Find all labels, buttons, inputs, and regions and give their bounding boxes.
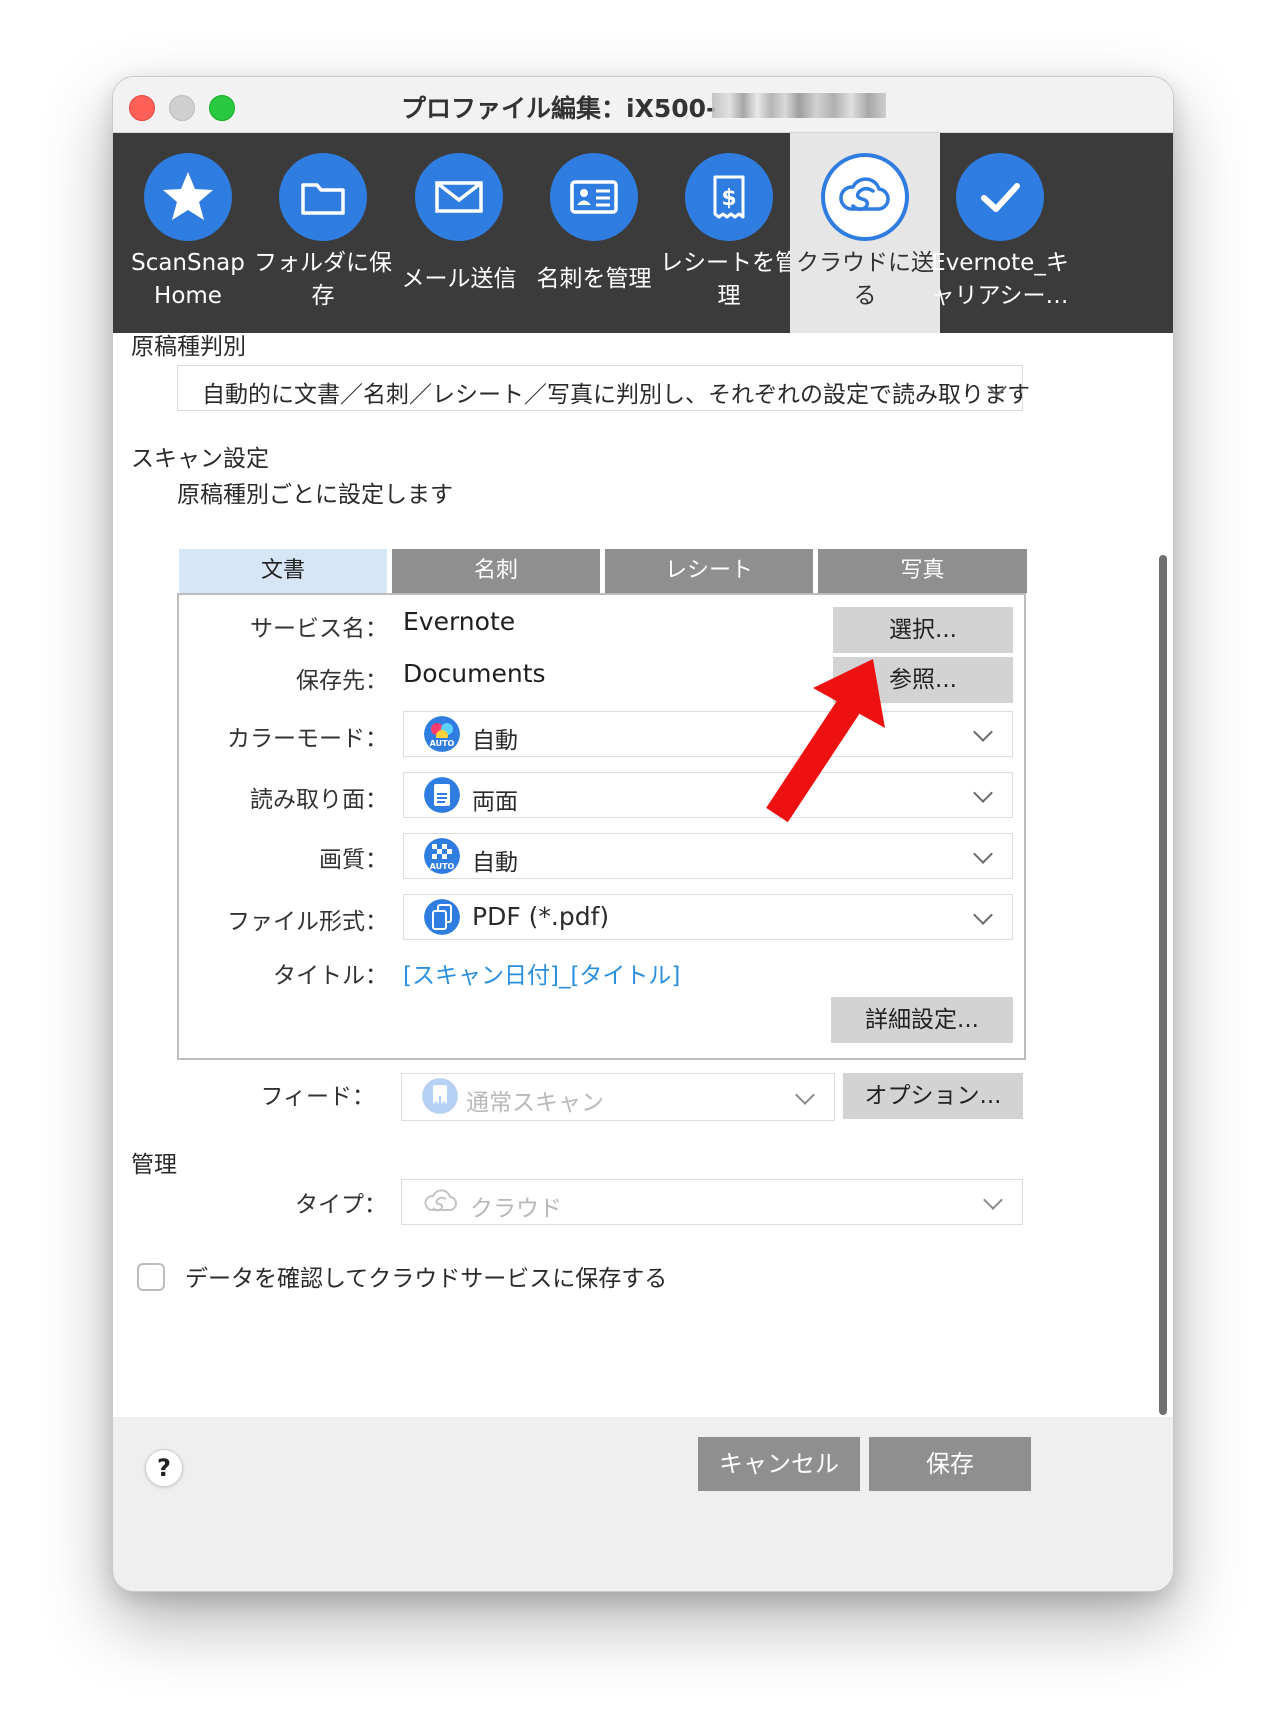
blurred-serial-number (712, 93, 886, 118)
tab-business-card[interactable]: 名刺 (392, 549, 600, 593)
pdf-file-icon (424, 899, 460, 935)
save-to-label: 保存先： (296, 668, 388, 694)
service-name-value: Evernote (403, 607, 516, 636)
toolbar-item-send-mail[interactable]: メール送信 (384, 133, 534, 333)
quality-label: 画質： (319, 847, 388, 873)
toolbar-item-manage-receipts[interactable]: $ レシートを管 理 (654, 133, 804, 333)
profile-toolbar: ScanSnap Home フォルダに保 存 メール送信 名刺を管理 $ レシー… (113, 133, 1173, 333)
quality-select[interactable]: AUTO 自動 (403, 833, 1013, 879)
checkmark-icon (956, 153, 1044, 241)
confirm-before-save-checkbox[interactable] (137, 1263, 165, 1291)
feed-select[interactable]: 通常スキャン (401, 1073, 835, 1121)
type-label: タイプ： (295, 1192, 387, 1218)
normal-scan-icon (422, 1078, 458, 1114)
chevron-down-icon (973, 844, 993, 864)
chevron-down-icon (973, 783, 993, 803)
chevron-down-icon (983, 1190, 1003, 1210)
save-to-value: Documents (403, 659, 546, 688)
toolbar-item-label: クラウドに送 る (796, 250, 934, 309)
tab-receipt[interactable]: レシート (605, 549, 813, 593)
document-settings-panel: サービス名： Evernote 選択... 保存先： Documents 参照.… (177, 593, 1026, 1060)
file-format-value: PDF (*.pdf) (472, 902, 610, 931)
toolbar-item-send-to-cloud[interactable]: クラウドに送 る (790, 133, 940, 333)
toolbar-item-save-to-folder[interactable]: フォルダに保 存 (248, 133, 398, 333)
file-format-label: ファイル形式： (227, 909, 388, 935)
minimize-window-button[interactable] (169, 95, 195, 121)
feed-value: 通常スキャン (466, 1090, 604, 1116)
svg-text:AUTO: AUTO (430, 739, 455, 748)
doc-type-heading: 原稿種判別 (131, 334, 246, 360)
title-format-link[interactable]: [スキャン日付]_[タイトル] (403, 956, 680, 990)
color-mode-value: 自動 (472, 728, 518, 754)
doc-type-select[interactable]: 自動的に文書／名刺／レシート／写真に判別し、それぞれの設定で読み取ります (177, 365, 1030, 411)
doc-type-value: 自動的に文書／名刺／レシート／写真に判別し、それぞれの設定で読み取ります (202, 382, 1030, 408)
duplex-icon (424, 777, 460, 813)
toolbar-item-label: ScanSnap Home (131, 250, 245, 309)
type-value: クラウド (470, 1196, 562, 1222)
document-type-tabs: 文書 名刺 レシート 写真 (179, 549, 1027, 593)
toolbar-item-manage-business-cards[interactable]: 名刺を管理 (519, 133, 669, 333)
toolbar-item-evernote-profile[interactable]: Evernote_キ ャリアシー… (925, 133, 1075, 333)
zoom-window-button[interactable] (209, 95, 235, 121)
svg-text:AUTO: AUTO (430, 862, 455, 871)
scan-settings-subheading: 原稿種別ごとに設定します (177, 482, 453, 508)
title-label: タイトル： (273, 963, 388, 989)
close-window-button[interactable] (129, 95, 155, 121)
toolbar-item-label: レシートを管 理 (660, 250, 798, 309)
color-mode-select[interactable]: AUTO 自動 (403, 711, 1013, 757)
cloud-s-icon (821, 153, 909, 241)
advanced-settings-button[interactable]: 詳細設定... (831, 997, 1013, 1043)
select-service-button[interactable]: 選択... (833, 607, 1013, 653)
chevron-down-icon (795, 1085, 815, 1105)
quality-value: 自動 (472, 850, 518, 876)
tab-document[interactable]: 文書 (179, 549, 387, 593)
svg-text:$: $ (721, 186, 736, 211)
quality-auto-icon: AUTO (424, 838, 460, 874)
star-icon (144, 153, 232, 241)
cancel-button[interactable]: キャンセル (698, 1437, 860, 1491)
management-heading: 管理 (131, 1152, 177, 1178)
help-button[interactable]: ? (145, 1449, 183, 1487)
toolbar-item-scansnap-home[interactable]: ScanSnap Home (113, 133, 263, 333)
toolbar-item-label: Evernote_キ ャリアシー… (931, 250, 1069, 309)
tab-photo[interactable]: 写真 (818, 549, 1027, 593)
chevron-down-icon (973, 722, 993, 742)
chevron-down-icon (973, 905, 993, 925)
settings-content: 原稿種判別 自動的に文書／名刺／レシート／写真に判別し、それぞれの設定で読み取り… (113, 333, 1173, 1417)
scan-settings-heading: スキャン設定 (131, 446, 269, 472)
service-name-label: サービス名： (250, 616, 388, 642)
business-card-icon (550, 153, 638, 241)
file-format-select[interactable]: PDF (*.pdf) (403, 894, 1013, 940)
feed-options-button[interactable]: オプション... (843, 1073, 1023, 1119)
scan-side-value: 両面 (472, 789, 518, 815)
scan-side-select[interactable]: 両面 (403, 772, 1013, 818)
receipt-icon: $ (685, 153, 773, 241)
profile-edit-window: プロファイル編集：iX500- ScanSnap Home フォルダに保 存 メ… (112, 76, 1174, 1592)
save-button[interactable]: 保存 (869, 1437, 1031, 1491)
confirm-before-save-label: データを確認してクラウドサービスに保存する (185, 1266, 668, 1292)
dialog-footer: ? キャンセル 保存 (113, 1417, 1173, 1591)
scan-side-label: 読み取り面： (250, 787, 388, 813)
feed-label: フィード： (260, 1084, 375, 1110)
vertical-scrollbar[interactable] (1159, 555, 1167, 1415)
type-select[interactable]: クラウド (401, 1179, 1023, 1225)
color-auto-icon: AUTO (424, 716, 460, 752)
color-mode-label: カラーモード： (227, 726, 388, 752)
title-bar: プロファイル編集：iX500- (113, 77, 1173, 133)
cloud-s-icon (424, 1189, 457, 1212)
toolbar-item-label: メール送信 (401, 266, 517, 292)
browse-button[interactable]: 参照... (833, 657, 1013, 703)
window-title: プロファイル編集：iX500- (401, 94, 717, 123)
mail-icon (415, 153, 503, 241)
toolbar-item-label: フォルダに保 存 (254, 250, 392, 309)
toolbar-item-label: 名刺を管理 (536, 266, 652, 292)
folder-icon (279, 153, 367, 241)
